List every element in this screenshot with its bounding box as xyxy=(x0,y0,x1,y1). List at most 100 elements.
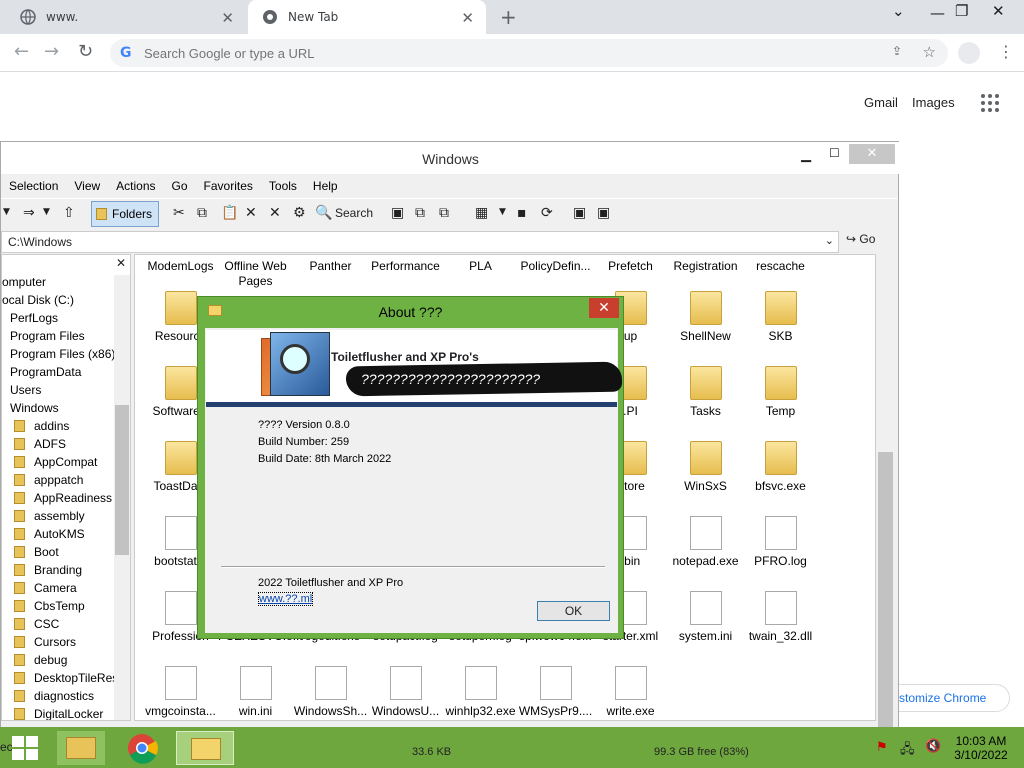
forward-button[interactable]: → xyxy=(44,41,59,62)
reload-button[interactable]: ↻ xyxy=(78,41,93,62)
tree-item[interactable]: diagnostics xyxy=(2,687,130,705)
tree-item[interactable]: Windows xyxy=(2,399,130,417)
tree-item[interactable]: CSC xyxy=(2,615,130,633)
tree-item[interactable]: AutoKMS xyxy=(2,525,130,543)
omnibox[interactable]: G ⇪ ☆ xyxy=(110,39,948,67)
copy-to-icon[interactable]: ⧉ xyxy=(439,205,449,221)
new-folder-icon[interactable]: ▣ xyxy=(391,205,404,221)
tree-scroll-thumb[interactable] xyxy=(115,405,129,555)
refresh-icon[interactable]: ⟳ xyxy=(541,205,553,221)
menu-favorites[interactable]: Favorites xyxy=(196,179,261,193)
tree-item[interactable]: Users xyxy=(2,381,130,399)
menu-actions[interactable]: Actions xyxy=(108,179,163,193)
tree-item[interactable]: CbsTemp xyxy=(2,597,130,615)
close-button[interactable]: ✕ xyxy=(589,298,619,318)
file-item[interactable]: WinSxS xyxy=(668,441,743,516)
apps-grid-icon[interactable] xyxy=(981,94,999,112)
address-bar[interactable]: C:\Windows ⌄ xyxy=(1,231,839,253)
file-scroll-thumb[interactable] xyxy=(878,452,893,727)
file-item[interactable]: SKB xyxy=(743,291,818,366)
share-icon[interactable]: ⇪ xyxy=(892,44,902,58)
file-item[interactable]: winhlp32.exe xyxy=(443,666,518,720)
file-item[interactable]: system.ini xyxy=(668,591,743,666)
close-button[interactable]: ✕ xyxy=(849,144,895,164)
up-folder-icon[interactable]: ⇧ xyxy=(63,205,75,221)
file-item[interactable]: ShellNew xyxy=(668,291,743,366)
volume-muted-icon[interactable]: 🔇 xyxy=(925,739,941,754)
disconnect-drive-icon[interactable]: ▣ xyxy=(597,205,610,221)
tree-item[interactable]: Program Files (x86) xyxy=(2,345,130,363)
file-item[interactable]: PFRO.log xyxy=(743,516,818,591)
tree-item[interactable]: Boot xyxy=(2,543,130,561)
clock[interactable]: 10:03 AM 3/10/2022 xyxy=(952,734,1010,762)
profile-avatar[interactable] xyxy=(958,42,980,64)
images-link[interactable]: Images xyxy=(912,95,955,110)
file-item[interactable]: write.exe xyxy=(593,666,668,720)
tree-item[interactable]: Branding xyxy=(2,561,130,579)
move-to-icon[interactable]: ⧉ xyxy=(415,205,425,221)
file-item[interactable]: WMSysPr9.... xyxy=(518,666,593,720)
menu-tools[interactable]: Tools xyxy=(261,179,305,193)
new-tab-button[interactable]: + xyxy=(500,5,517,29)
tree-item[interactable]: AppReadiness xyxy=(2,489,130,507)
website-link[interactable]: www.??.ml xyxy=(258,592,314,606)
search-icon[interactable]: 🔍 xyxy=(315,205,332,221)
chrome-taskbar-app[interactable] xyxy=(118,731,166,765)
tree-item[interactable]: debug xyxy=(2,651,130,669)
maximize-button[interactable]: ☐ xyxy=(829,146,840,160)
tree-item[interactable]: DigitalLocker xyxy=(2,705,130,720)
tree-item[interactable]: omputer xyxy=(2,273,130,291)
tab-search-icon[interactable]: ⌄ xyxy=(892,2,905,20)
tree-item[interactable]: DesktopTileRes xyxy=(2,669,130,687)
tab-www[interactable]: www. ✕ xyxy=(6,0,246,34)
menu-view[interactable]: View xyxy=(66,179,108,193)
cut-icon[interactable]: ✂ xyxy=(173,205,185,221)
close-window-button[interactable]: ✕ xyxy=(992,2,1005,20)
close-pane-icon[interactable]: ✕ xyxy=(116,256,126,270)
map-drive-icon[interactable]: ▣ xyxy=(573,205,586,221)
minimize-button[interactable]: ▁ xyxy=(801,148,811,163)
tree-item[interactable]: AppCompat xyxy=(2,453,130,471)
forward-icon[interactable]: ⇒ xyxy=(23,205,35,221)
close-tab-icon[interactable]: ✕ xyxy=(461,9,474,27)
file-item[interactable]: WindowsSh... xyxy=(293,666,368,720)
tree-item[interactable]: Program Files xyxy=(2,327,130,345)
close-tab-icon[interactable]: ✕ xyxy=(221,9,234,27)
tree-item[interactable]: PerfLogs xyxy=(2,309,130,327)
tree-item[interactable]: apppatch xyxy=(2,471,130,489)
paste-icon[interactable]: 📋 xyxy=(221,205,238,221)
file-item[interactable]: Tasks xyxy=(668,366,743,441)
gmail-link[interactable]: Gmail xyxy=(864,95,898,110)
customize-chrome-button[interactable]: stomize Chrome xyxy=(880,684,1010,712)
undo-icon[interactable]: ✕ xyxy=(269,205,281,221)
back-button[interactable]: ← xyxy=(14,41,29,62)
file-item[interactable]: twain_32.dll xyxy=(743,591,818,666)
file-item[interactable]: win.ini xyxy=(218,666,293,720)
restore-button[interactable]: ❐ xyxy=(955,2,968,20)
tab-new-tab[interactable]: New Tab ✕ xyxy=(248,0,486,34)
minimize-button[interactable]: — xyxy=(930,4,945,22)
file-item[interactable]: WindowsU... xyxy=(368,666,443,720)
windows-start-icon[interactable] xyxy=(12,736,38,760)
file-item[interactable]: Temp xyxy=(743,366,818,441)
tree-item[interactable]: ProgramData xyxy=(2,363,130,381)
folders-button[interactable]: Folders xyxy=(91,201,159,227)
tree-item[interactable]: Cursors xyxy=(2,633,130,651)
tree-item[interactable]: assembly xyxy=(2,507,130,525)
file-item[interactable]: notepad.exe xyxy=(668,516,743,591)
tree-item[interactable]: addins xyxy=(2,417,130,435)
views-dropdown-icon[interactable]: ▼ xyxy=(499,207,506,217)
file-item[interactable]: bfsvc.exe xyxy=(743,441,818,516)
views-icon[interactable]: ▦ xyxy=(475,205,488,221)
network-icon[interactable]: 🖧 xyxy=(900,740,915,762)
tree-item[interactable]: ADFS xyxy=(2,435,130,453)
menu-selection[interactable]: Selection xyxy=(1,179,66,193)
search-button[interactable]: Search xyxy=(335,206,373,220)
menu-go[interactable]: Go xyxy=(164,179,196,193)
forward-dropdown-icon[interactable]: ▼ xyxy=(43,207,50,217)
tree-item[interactable]: Camera xyxy=(2,579,130,597)
menu-kebab-icon[interactable]: ⋮ xyxy=(998,42,1014,61)
properties-icon[interactable]: ⚙ xyxy=(293,205,306,221)
delete-icon[interactable]: ✕ xyxy=(245,205,257,221)
command-prompt-icon[interactable]: ▪ xyxy=(517,205,527,221)
